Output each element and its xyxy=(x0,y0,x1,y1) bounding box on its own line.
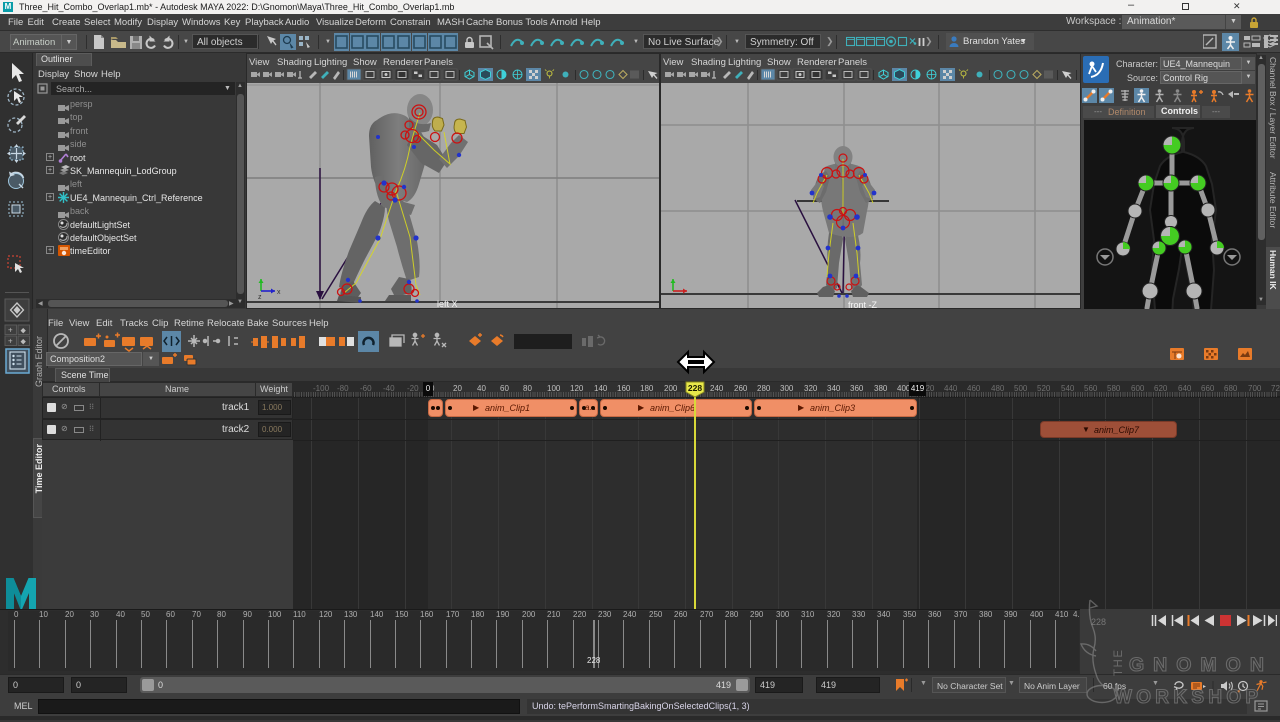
svg-text:◆: ◆ xyxy=(21,339,27,346)
svg-text:+: + xyxy=(8,326,13,335)
svg-text:GNOMON: GNOMON xyxy=(1129,654,1273,676)
svg-text:228: 228 xyxy=(688,383,702,393)
svg-text:THE: THE xyxy=(1113,649,1125,677)
svg-text:WORKSHOP: WORKSHOP xyxy=(1114,687,1262,708)
svg-text:◆: ◆ xyxy=(21,328,27,335)
svg-text:z: z xyxy=(258,294,262,301)
svg-text:x: x xyxy=(277,289,281,296)
svg-text:+: + xyxy=(8,337,13,346)
